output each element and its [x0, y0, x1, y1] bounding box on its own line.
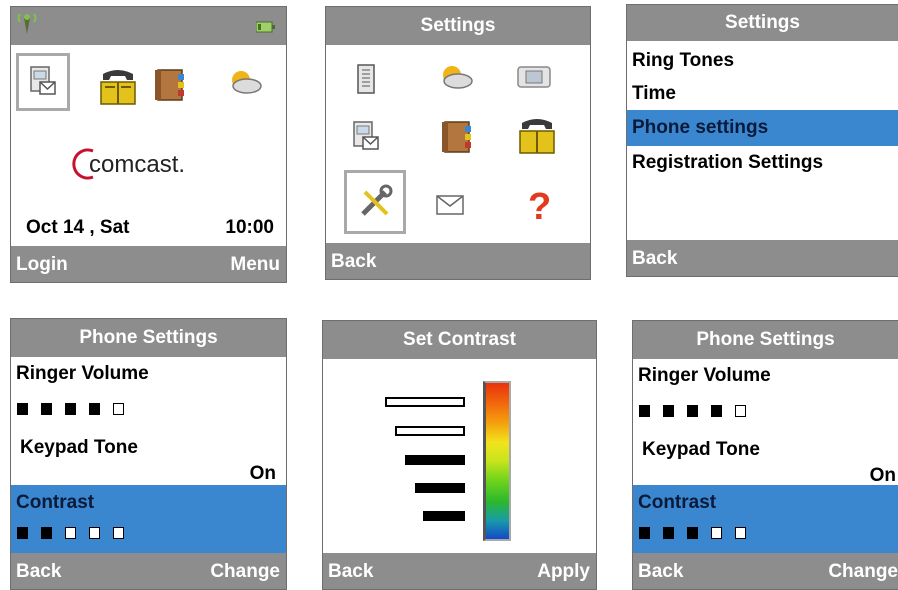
- settings-list-screen: Settings Ring Tones Time Phone settings …: [626, 4, 898, 277]
- softkey-bar: Login Menu: [11, 246, 286, 282]
- phone-directory-icon[interactable]: [514, 111, 560, 157]
- softkey-bar: Back: [627, 240, 898, 276]
- fax-icon[interactable]: [514, 59, 554, 95]
- contrast-bar-5: [423, 511, 465, 521]
- signal-icon: [15, 12, 39, 41]
- menu-item-time[interactable]: Time: [627, 78, 898, 110]
- level-square: [113, 403, 124, 415]
- contrast-gradient-slider[interactable]: [483, 381, 511, 541]
- set-contrast-screen: Set Contrast Back Apply: [322, 320, 597, 590]
- level-square: [17, 403, 28, 415]
- screen-title: Settings: [326, 7, 590, 45]
- level-square: [711, 527, 722, 539]
- mail-icon[interactable]: [432, 191, 468, 219]
- date-label: Oct 14 , Sat: [26, 217, 130, 238]
- level-square: [17, 527, 28, 539]
- level-square: [89, 527, 100, 539]
- contrast-label: Contrast: [16, 492, 95, 513]
- back-softkey[interactable]: Back: [638, 559, 683, 585]
- contrast-row[interactable]: Contrast: [633, 485, 898, 555]
- menu-item-phone-settings[interactable]: Phone settings: [627, 110, 898, 146]
- softkey-bar: Back Change: [11, 553, 286, 589]
- svg-text:comcast.: comcast.: [89, 151, 185, 178]
- level-square: [639, 527, 650, 539]
- keypad-tone-value: On: [869, 465, 896, 486]
- level-square: [687, 527, 698, 539]
- comcast-logo: comcast.: [71, 143, 231, 183]
- level-square: [663, 527, 674, 539]
- screen-title: Settings: [627, 5, 898, 41]
- change-softkey[interactable]: Change: [210, 559, 280, 585]
- contrast-level: [17, 527, 124, 539]
- softkey-bar: Back Apply: [323, 553, 596, 589]
- time-label: 10:00: [225, 217, 274, 238]
- back-softkey[interactable]: Back: [331, 249, 376, 275]
- back-softkey[interactable]: Back: [632, 246, 677, 272]
- address-book-icon[interactable]: [149, 65, 189, 105]
- change-softkey[interactable]: Change: [828, 559, 898, 585]
- contrast-row[interactable]: Contrast: [11, 485, 286, 555]
- menu-item-ring-tones[interactable]: Ring Tones: [627, 45, 898, 77]
- level-square: [41, 403, 52, 415]
- keypad-tone-value: On: [249, 463, 276, 484]
- battery-icon: [255, 20, 276, 38]
- screen-title: Set Contrast: [323, 321, 596, 359]
- level-square: [89, 403, 100, 415]
- level-square: [113, 527, 124, 539]
- help-icon[interactable]: ?: [522, 183, 556, 227]
- level-square: [65, 403, 76, 415]
- phone-settings-screen-updated: Phone Settings Ringer Volume Keypad Tone…: [632, 320, 898, 590]
- weather-icon[interactable]: [223, 67, 267, 97]
- contrast-bar-3: [405, 455, 465, 465]
- level-square: [65, 527, 76, 539]
- back-softkey[interactable]: Back: [16, 559, 61, 585]
- phone-settings-screen: Phone Settings Ringer Volume Keypad Tone…: [10, 318, 287, 590]
- menu-item-registration-settings[interactable]: Registration Settings: [627, 147, 898, 179]
- softkey-bar: Back: [326, 243, 590, 279]
- contrast-bar-4: [415, 483, 465, 493]
- weather-icon[interactable]: [434, 59, 478, 95]
- level-square: [639, 405, 650, 417]
- keypad-tone-label: Keypad Tone: [642, 439, 760, 460]
- login-softkey[interactable]: Login: [16, 252, 68, 278]
- screen-title: Phone Settings: [11, 319, 286, 357]
- apply-softkey[interactable]: Apply: [537, 559, 590, 585]
- tools-icon[interactable]: [354, 181, 396, 223]
- level-square: [711, 405, 722, 417]
- svg-text:?: ?: [528, 186, 551, 225]
- level-square: [735, 405, 746, 417]
- level-square: [735, 527, 746, 539]
- level-square: [41, 527, 52, 539]
- contrast-bar-2: [395, 426, 465, 436]
- home-screen: comcast. Oct 14 , Sat 10:00 Login Menu: [10, 6, 287, 283]
- level-square: [687, 405, 698, 417]
- contrast-bar-1: [385, 397, 465, 407]
- settings-grid-screen: Settings ? Back: [325, 6, 591, 280]
- ringer-volume-label: Ringer Volume: [638, 365, 771, 386]
- back-softkey[interactable]: Back: [328, 559, 373, 585]
- ringer-volume-label: Ringer Volume: [16, 363, 149, 384]
- messages-icon[interactable]: [348, 117, 384, 157]
- contrast-level: [639, 527, 746, 539]
- screen-title: Phone Settings: [633, 321, 898, 359]
- status-bar: [11, 7, 286, 45]
- ringer-volume-level[interactable]: [639, 405, 746, 417]
- messages-icon[interactable]: [25, 63, 61, 101]
- menu-softkey[interactable]: Menu: [230, 252, 280, 278]
- address-book-icon[interactable]: [436, 117, 476, 157]
- softkey-bar: Back Change: [633, 553, 898, 589]
- level-square: [663, 405, 674, 417]
- phonebook-icon[interactable]: [348, 59, 384, 99]
- phone-directory-icon[interactable]: [95, 63, 141, 107]
- keypad-tone-label: Keypad Tone: [20, 437, 138, 458]
- ringer-volume-level[interactable]: [17, 403, 124, 415]
- contrast-label: Contrast: [638, 492, 717, 513]
